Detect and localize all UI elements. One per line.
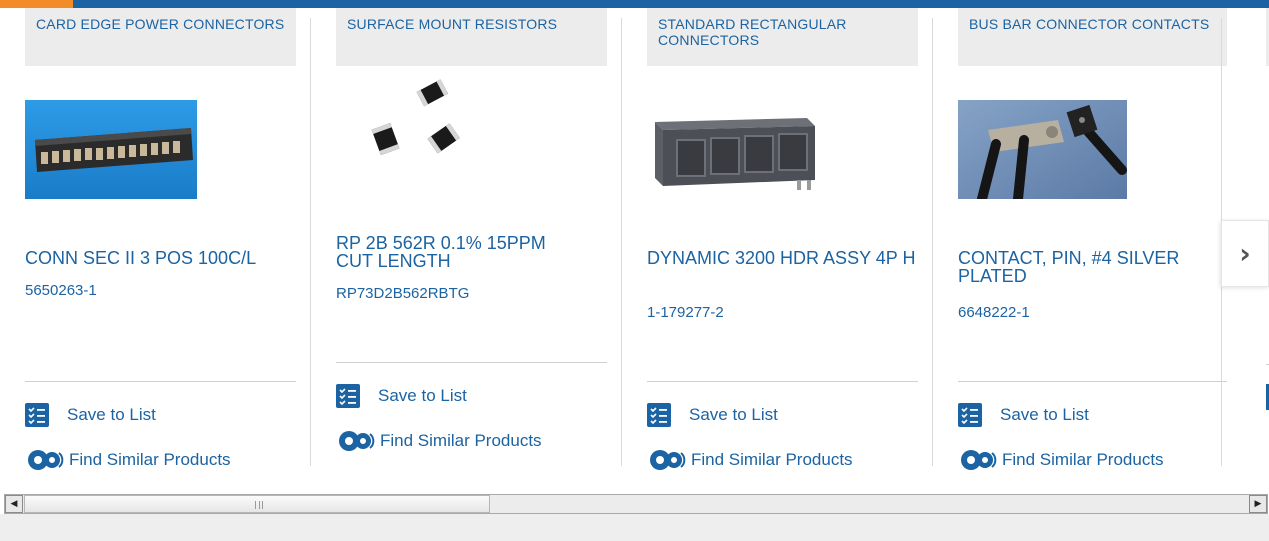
find-similar-button[interactable]: Find Similar Products: [25, 447, 231, 473]
product-title-link[interactable]: DYNAMIC 3200 HDR ASSY 4P H: [647, 249, 917, 267]
part-number-link[interactable]: 5650263-1: [25, 282, 97, 299]
product-card: STANDARD RECTANGULAR CONNECTORS DYNAMIC …: [622, 8, 933, 494]
product-card: CARD EDGE POWER CONNECTORS CONN SEC II 3…: [0, 8, 311, 494]
category-label[interactable]: SURFACE MOUNT RESISTORS: [336, 8, 607, 66]
chevron-right-icon: ›: [1239, 237, 1251, 270]
checklist-icon: [958, 403, 982, 427]
scroll-right-arrow[interactable]: ▶: [1249, 495, 1267, 513]
product-title-link[interactable]: CONN SEC II 3 POS 100C/L: [25, 249, 300, 267]
grip-icon: [255, 501, 263, 509]
divider: [958, 381, 1227, 382]
save-to-list-label: Save to List: [67, 405, 156, 424]
carousel-track: CARD EDGE POWER CONNECTORS CONN SEC II 3…: [0, 8, 1269, 494]
gears-icon: [961, 450, 997, 470]
category-label[interactable]: BUS BAR CONNECTOR CONTACTS: [958, 8, 1227, 66]
part-number-link[interactable]: RP73D2B562RBTG: [336, 285, 469, 302]
find-similar-label: Find Similar Products: [69, 450, 231, 469]
rectangular-connector-image[interactable]: [647, 100, 819, 199]
gears-icon: [650, 450, 686, 470]
product-card: BUS BAR CONNECTOR CONTACTS CONTACT, PIN,…: [933, 8, 1244, 494]
find-similar-button[interactable]: Find Similar Products: [336, 428, 542, 454]
carousel-next-button[interactable]: ›: [1221, 220, 1269, 287]
top-accent-bar: [0, 0, 1269, 8]
save-to-list-button[interactable]: Save to List: [958, 402, 1089, 428]
scroll-left-icon: ◀: [10, 499, 18, 509]
save-to-list-button[interactable]: Save to List: [25, 402, 156, 428]
checklist-icon: [25, 403, 49, 427]
checklist-icon: [336, 384, 360, 408]
horizontal-scrollbar[interactable]: ◀ ▶: [4, 494, 1268, 514]
checklist-icon: [647, 403, 671, 427]
product-title-link[interactable]: RP 2B 562R 0.1% 15PPM CUT LENGTH: [336, 234, 586, 270]
product-title-link[interactable]: CONTACT, PIN, #4 SILVER PLATED: [958, 249, 1228, 285]
divider: [336, 362, 607, 363]
card-edge-connector-image[interactable]: [25, 100, 197, 199]
save-to-list-label: Save to List: [1000, 405, 1089, 424]
scroll-right-icon: ▶: [1254, 499, 1262, 509]
scroll-left-arrow[interactable]: ◀: [5, 495, 23, 513]
part-number-link[interactable]: 6648222-1: [958, 304, 1030, 321]
save-to-list-label: Save to List: [689, 405, 778, 424]
bus-bar-contact-image[interactable]: [958, 100, 1127, 199]
part-number-link[interactable]: 1-179277-2: [647, 304, 724, 321]
category-label[interactable]: CARD EDGE POWER CONNECTORS: [25, 8, 296, 66]
divider: [647, 381, 918, 382]
product-card: SURFACE MOUNT RESISTORS RP 2B 562R 0.1% …: [311, 8, 622, 494]
find-similar-label: Find Similar Products: [1002, 450, 1164, 469]
smd-resistor-image[interactable]: [336, 74, 508, 173]
orange-accent: [0, 0, 73, 8]
save-to-list-label: Save to List: [378, 386, 467, 405]
find-similar-button[interactable]: Find Similar Products: [958, 447, 1164, 473]
category-label[interactable]: STANDARD RECTANGULAR CONNECTORS: [647, 8, 918, 66]
page-bottom-area: [0, 514, 1269, 541]
gears-icon: [339, 431, 375, 451]
scrollbar-thumb[interactable]: [24, 495, 490, 513]
find-similar-label: Find Similar Products: [380, 431, 542, 450]
find-similar-button[interactable]: Find Similar Products: [647, 447, 853, 473]
gears-icon: [28, 450, 64, 470]
product-carousel: CARD EDGE POWER CONNECTORS CONN SEC II 3…: [0, 8, 1269, 494]
divider: [25, 381, 296, 382]
save-to-list-button[interactable]: Save to List: [336, 383, 467, 409]
find-similar-label: Find Similar Products: [691, 450, 853, 469]
save-to-list-button[interactable]: Save to List: [647, 402, 778, 428]
